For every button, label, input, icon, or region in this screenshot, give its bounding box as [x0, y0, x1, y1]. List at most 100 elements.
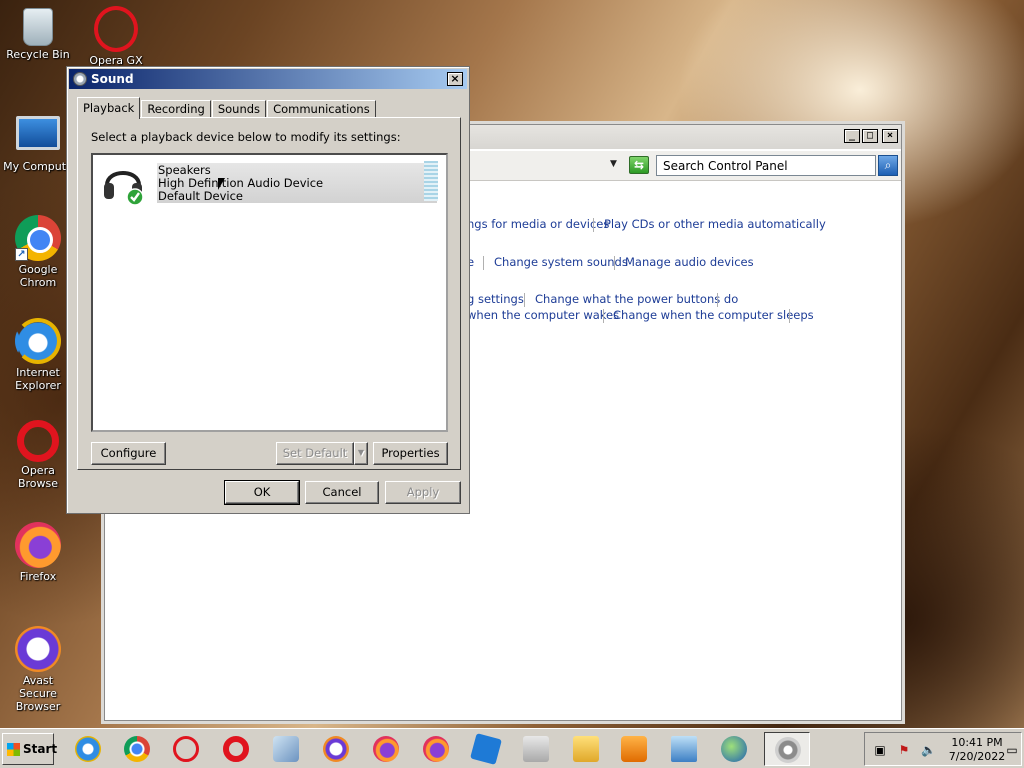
- desktop-icon-label: Avast Secure Browser: [15, 674, 61, 713]
- desktop-icon-internet-explorer[interactable]: Internet Explorer: [0, 318, 76, 392]
- refresh-icon[interactable]: ⇆: [629, 156, 649, 174]
- taskbar-sound[interactable]: [764, 732, 810, 766]
- avast-icon: [15, 626, 61, 672]
- clock-date: 7/20/2022: [948, 750, 1006, 763]
- taskbar-opera[interactable]: [216, 732, 256, 766]
- search-icon[interactable]: ⌕: [878, 155, 898, 176]
- link-manage-audio-devices[interactable]: Manage audio devices: [625, 255, 754, 269]
- tab-communications[interactable]: Communications: [267, 100, 376, 118]
- close-button[interactable]: ×: [882, 129, 898, 143]
- volume-icon[interactable]: 🔈: [921, 743, 936, 757]
- chrome-icon: ↗: [15, 215, 61, 261]
- folder-icon: [573, 736, 599, 762]
- desktop-icon-label: Internet Explorer: [15, 366, 61, 392]
- search-input[interactable]: [656, 155, 876, 176]
- tab-sounds[interactable]: Sounds: [211, 100, 267, 118]
- recycle-bin-icon: [23, 8, 53, 46]
- properties-button[interactable]: Properties: [373, 442, 448, 465]
- taskbar-firefox-2[interactable]: [416, 732, 456, 766]
- desktop-icon-chrome[interactable]: ↗ Google Chrom: [0, 215, 76, 289]
- desktop-icon-avast[interactable]: Avast Secure Browser: [0, 626, 76, 713]
- device-status: Default Device: [158, 189, 244, 203]
- configure-button[interactable]: Configure: [91, 442, 166, 465]
- link-change-system-sounds[interactable]: Change system sounds: [494, 255, 628, 269]
- taskbar-media[interactable]: [266, 732, 306, 766]
- taskbar-roblox[interactable]: [466, 732, 506, 766]
- show-desktop-icon[interactable]: ▭: [1005, 743, 1019, 757]
- close-button[interactable]: ×: [447, 72, 463, 86]
- tab-playback[interactable]: Playback: [77, 97, 141, 119]
- maximize-button[interactable]: □: [862, 129, 878, 143]
- headphones-icon: [104, 171, 144, 206]
- desktop-icon-opera[interactable]: Opera Browse: [0, 420, 76, 490]
- opera-icon: [223, 736, 249, 762]
- taskbar-avast[interactable]: [316, 732, 356, 766]
- link-separator: [614, 256, 615, 270]
- desktop-icon-firefox[interactable]: Firefox: [0, 522, 76, 583]
- taskbar: Start ▣ ⚑ 🔈 10:41 PM 7/20/2022 ▭: [0, 728, 1024, 768]
- window-icon: [523, 736, 549, 762]
- taskbar-chrome[interactable]: [117, 732, 157, 766]
- apply-button[interactable]: Apply: [385, 481, 461, 504]
- taskbar-explorer[interactable]: [566, 732, 606, 766]
- tab-recording[interactable]: Recording: [141, 100, 211, 118]
- minimize-button[interactable]: _: [844, 129, 860, 143]
- taskbar-app-grey[interactable]: [516, 732, 556, 766]
- speaker-icon: [73, 72, 87, 86]
- link-separator: [524, 293, 525, 307]
- ok-button[interactable]: OK: [224, 480, 300, 505]
- taskbar-media-player[interactable]: [614, 732, 654, 766]
- control-panel-icon: [671, 736, 697, 762]
- desktop-icon-opera-gx[interactable]: Opera GX: [78, 6, 154, 67]
- dialog-titlebar[interactable]: Sound ×: [69, 69, 467, 89]
- clock[interactable]: 10:41 PM 7/20/2022: [947, 736, 1007, 764]
- link-separator: [593, 218, 594, 232]
- link-settings[interactable]: g settings: [467, 292, 524, 306]
- taskbar-firefox-1[interactable]: [366, 732, 406, 766]
- device-list[interactable]: Speakers High Definition Audio Device De…: [91, 153, 448, 432]
- security-alert-icon[interactable]: ⚑: [897, 743, 911, 757]
- taskbar-opera-gx[interactable]: [166, 732, 206, 766]
- taskbar-ie[interactable]: [68, 732, 108, 766]
- roblox-icon: [470, 733, 502, 765]
- start-button[interactable]: Start: [2, 733, 57, 765]
- window-controls: _ □ ×: [844, 129, 898, 143]
- set-default-dropdown[interactable]: ▼: [354, 442, 368, 465]
- set-default-button[interactable]: Set Default: [276, 442, 354, 465]
- link-media-devices[interactable]: ngs for media or devices: [467, 217, 609, 231]
- link-separator: [789, 309, 790, 323]
- desktop-icon-label: Opera Browse: [17, 464, 59, 490]
- desktop-icon-recycle-bin[interactable]: Recycle Bin: [0, 6, 76, 61]
- firefox-icon: [373, 736, 399, 762]
- chrome-icon: [124, 736, 150, 762]
- cancel-button[interactable]: Cancel: [305, 481, 379, 504]
- speaker-icon: [775, 737, 801, 763]
- internet-explorer-icon: [75, 736, 101, 762]
- internet-explorer-icon: [15, 318, 61, 364]
- opera-gx-icon: [94, 6, 138, 52]
- list-item[interactable]: Speakers High Definition Audio Device De…: [97, 159, 442, 206]
- link-computer-sleeps[interactable]: Change when the computer sleeps: [613, 308, 814, 322]
- link-separator: [603, 309, 604, 323]
- clock-time: 10:41 PM: [951, 736, 1003, 749]
- taskbar-network[interactable]: [714, 732, 754, 766]
- windows-logo-icon: [7, 743, 20, 756]
- firefox-icon: [15, 522, 61, 568]
- desktop-icon-my-computer[interactable]: My Compute: [0, 116, 76, 173]
- device-text: Speakers High Definition Audio Device De…: [158, 164, 323, 203]
- dialog-title: Sound: [91, 72, 134, 86]
- desktop-icon-label: My Compute: [3, 160, 73, 173]
- taskbar-control-panel[interactable]: [664, 732, 704, 766]
- volume-meter: [424, 161, 438, 201]
- address-dropdown-icon[interactable]: ▼: [610, 159, 617, 169]
- link-computer-wakes[interactable]: when the computer wakes: [467, 308, 619, 322]
- avast-icon: [323, 736, 349, 762]
- link-power-buttons[interactable]: Change what the power buttons do: [535, 292, 738, 306]
- link-separator: [717, 293, 718, 307]
- desktop-icon-label: Recycle Bin: [6, 48, 70, 61]
- network-icon[interactable]: ▣: [873, 743, 887, 757]
- link-play-cds[interactable]: Play CDs or other media automatically: [604, 217, 826, 231]
- mouse-cursor-icon: [218, 178, 225, 190]
- system-tray: ▣ ⚑ 🔈 10:41 PM 7/20/2022 ▭: [864, 732, 1022, 766]
- media-disc-icon: [273, 736, 299, 762]
